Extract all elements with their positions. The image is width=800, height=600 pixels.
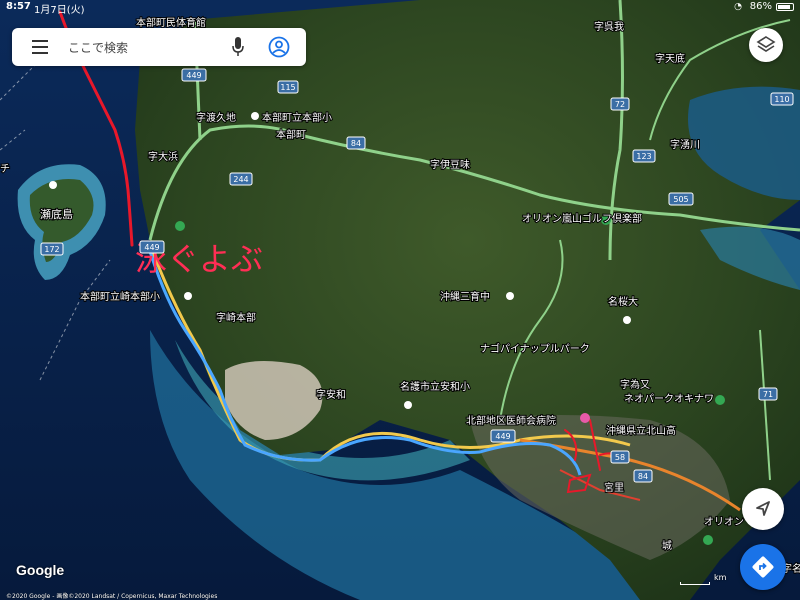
- svg-text:北部地区医師会病院: 北部地区医師会病院: [466, 414, 556, 427]
- shield-449-south: 449: [490, 429, 516, 443]
- svg-text:字為又: 字為又: [620, 378, 650, 391]
- svg-text:449: 449: [186, 71, 201, 80]
- microphone-icon[interactable]: [232, 37, 244, 57]
- svg-text:字呉我: 字呉我: [594, 20, 624, 33]
- shield-172: 172: [40, 242, 64, 256]
- shield-244: 244: [229, 172, 253, 186]
- battery-icon: [776, 3, 794, 11]
- layers-button[interactable]: [749, 28, 783, 62]
- shield-71: 71: [758, 387, 778, 401]
- shield-115: 115: [277, 80, 299, 94]
- svg-text:沖縄県立北山高: 沖縄県立北山高: [606, 424, 676, 437]
- svg-text:城: 城: [662, 540, 672, 552]
- pin-icon: [506, 292, 514, 300]
- battery-percent: 86%: [749, 1, 772, 12]
- svg-text:字崎本部: 字崎本部: [216, 311, 256, 324]
- pin-icon: [623, 316, 631, 324]
- svg-text:字渡久地: 字渡久地: [196, 111, 236, 124]
- svg-text:505: 505: [673, 195, 688, 204]
- navigation-arrow-icon: [756, 501, 770, 516]
- park-pin-icon: [175, 221, 185, 231]
- svg-text:字伊豆味: 字伊豆味: [430, 158, 470, 171]
- svg-text:字大浜: 字大浜: [148, 150, 178, 163]
- svg-text:字安和: 字安和: [316, 388, 346, 401]
- status-time: 8:57: [6, 1, 31, 12]
- svg-text:71: 71: [763, 390, 773, 399]
- park-pin-icon: [715, 395, 725, 405]
- svg-text:449: 449: [495, 432, 510, 441]
- svg-text:ナゴパイナップルパーク: ナゴパイナップルパーク: [480, 342, 590, 355]
- svg-text:115: 115: [280, 83, 295, 92]
- svg-text:172: 172: [44, 245, 59, 254]
- wifi-icon: ◔: [734, 2, 742, 12]
- svg-text:244: 244: [233, 175, 248, 184]
- my-location-button[interactable]: [742, 488, 784, 530]
- hospital-pin-icon: [580, 413, 590, 423]
- svg-text:字湧川: 字湧川: [670, 138, 700, 151]
- svg-text:瀬底島: 瀬底島: [40, 207, 73, 221]
- svg-text:オリオン: オリオン: [704, 516, 744, 528]
- svg-text:沖縄三育中: 沖縄三育中: [440, 290, 490, 303]
- shield-58: 58: [610, 450, 630, 464]
- svg-text:ネオパークオキナワ: ネオパークオキナワ: [624, 393, 714, 405]
- svg-text:名護市立安和小: 名護市立安和小: [400, 380, 470, 393]
- svg-text:72: 72: [615, 100, 625, 109]
- directions-icon: [752, 556, 774, 578]
- pin-icon: [251, 112, 259, 120]
- scale-unit: km: [714, 573, 727, 582]
- shield-505: 505: [668, 192, 694, 206]
- svg-text:チ: チ: [0, 163, 10, 175]
- svg-text:本部町立崎本部小: 本部町立崎本部小: [80, 290, 160, 303]
- svg-text:449: 449: [144, 243, 159, 252]
- pin-icon: [184, 292, 192, 300]
- svg-text:本部町立本部小: 本部町立本部小: [262, 111, 332, 124]
- svg-text:84: 84: [638, 472, 648, 481]
- status-bar: 8:57 1月7日(火) ◔ 86%: [0, 0, 800, 16]
- pin-icon: [49, 181, 57, 189]
- shield-84: 84: [346, 136, 366, 150]
- search-input[interactable]: ここで検索: [68, 39, 128, 56]
- shield-123: 123: [632, 149, 656, 163]
- shield-84-south: 84: [633, 469, 653, 483]
- svg-text:123: 123: [636, 152, 651, 161]
- google-logo: Google: [16, 562, 65, 578]
- satellite-map[interactable]: 泳ぐよぶ 449 115 84 244 172 72 123 110 505 4…: [0, 0, 800, 600]
- search-bar[interactable]: ここで検索: [12, 28, 306, 66]
- shield-110: 110: [770, 92, 794, 106]
- status-date: 1月7日(火): [34, 5, 85, 16]
- pin-icon: [404, 401, 412, 409]
- svg-text:名桜大: 名桜大: [608, 295, 638, 308]
- menu-icon[interactable]: [32, 40, 48, 54]
- park-pin-icon: [703, 535, 713, 545]
- account-icon[interactable]: [268, 36, 290, 58]
- copyright-text: ©2020 Google - 画像©2020 Landsat / Coperni…: [6, 593, 218, 600]
- svg-text:字天底: 字天底: [655, 52, 685, 65]
- shield-449-west: 449: [139, 240, 165, 254]
- svg-text:58: 58: [615, 453, 625, 462]
- shield-72: 72: [610, 97, 630, 111]
- layers-icon: [756, 36, 776, 52]
- svg-text:84: 84: [351, 139, 361, 148]
- scale-bar: [680, 582, 710, 585]
- svg-text:本部町: 本部町: [276, 128, 306, 141]
- svg-text:宮里: 宮里: [604, 481, 624, 494]
- svg-text:110: 110: [774, 95, 789, 104]
- directions-button[interactable]: [740, 544, 786, 590]
- shield-449-north: 449: [181, 68, 207, 82]
- svg-text:オリオン嵐山ゴルフ倶楽部: オリオン嵐山ゴルフ倶楽部: [522, 212, 642, 225]
